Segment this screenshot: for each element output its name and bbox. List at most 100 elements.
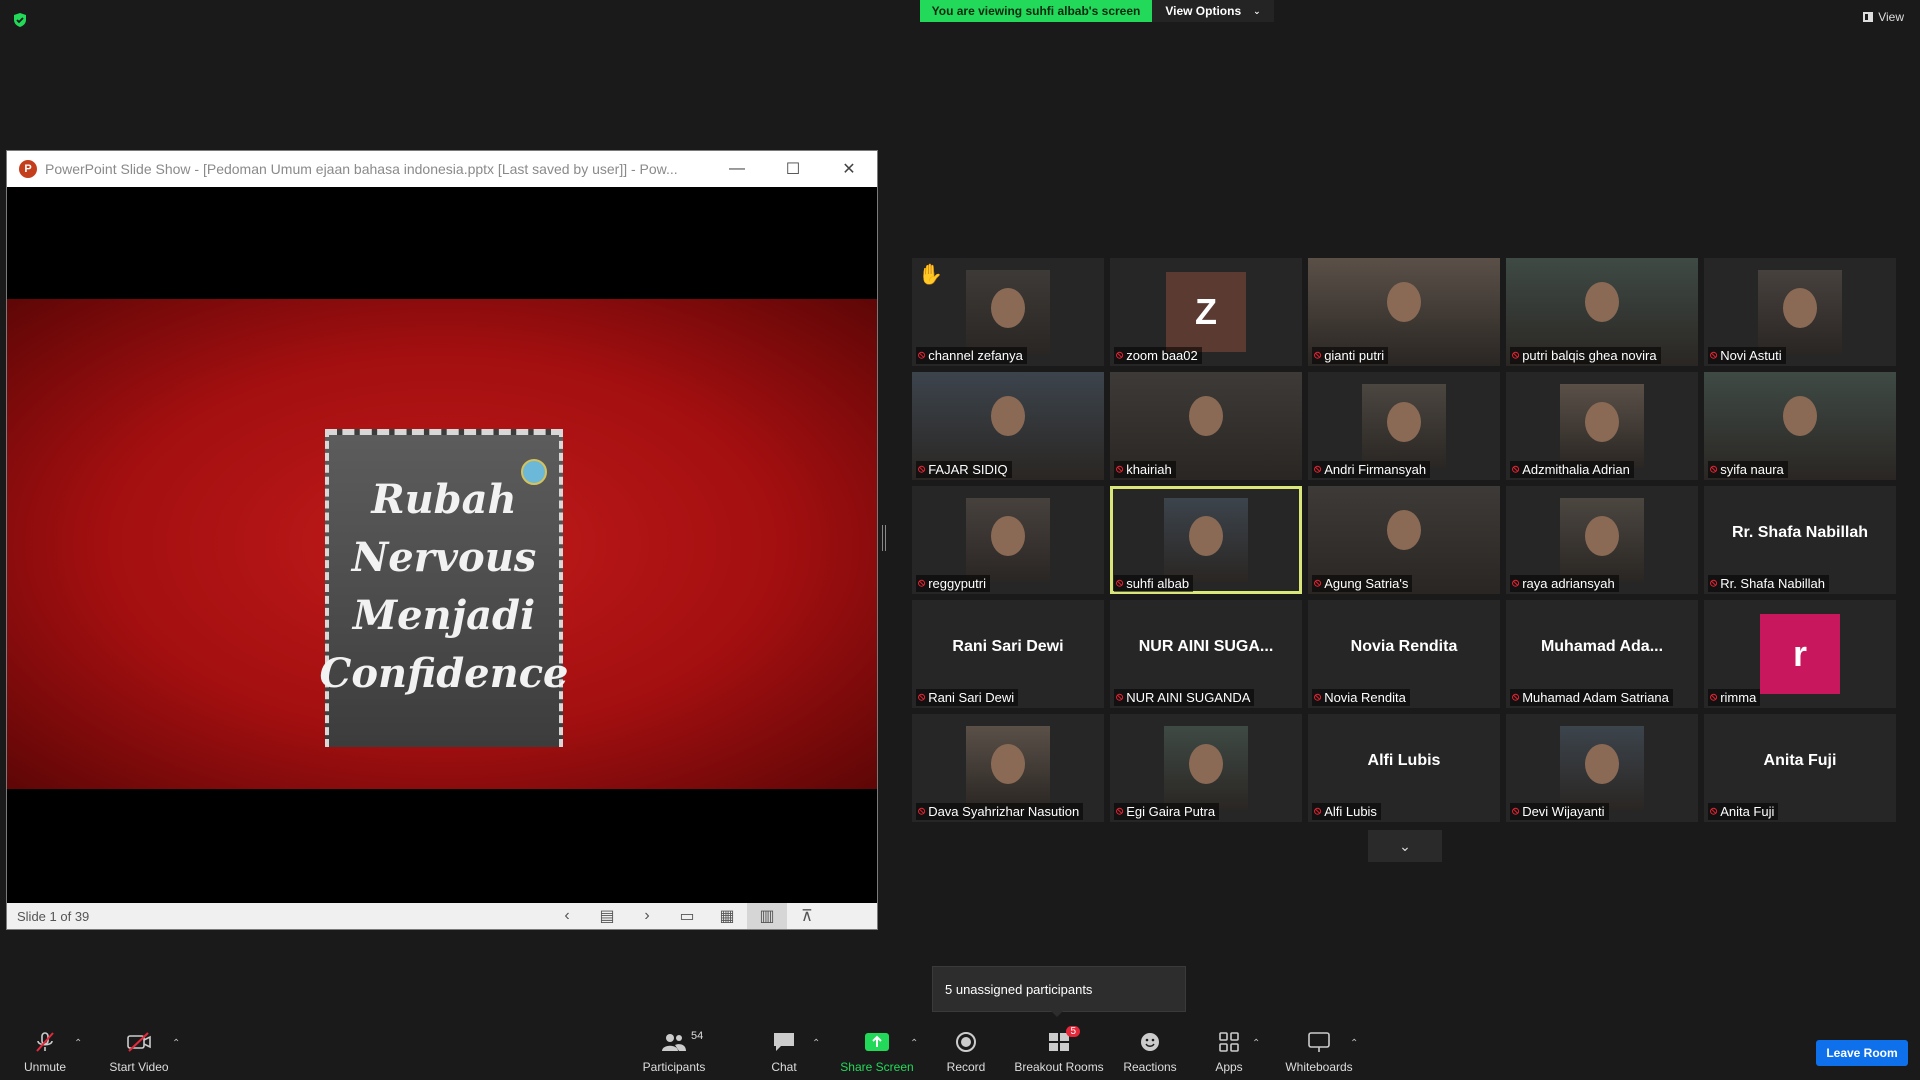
record-button[interactable]: Record [942, 1026, 990, 1080]
person-silhouette [1783, 395, 1817, 436]
mic-muted-icon: ⦸ [918, 805, 926, 817]
close-icon[interactable]: ✕ [821, 151, 877, 187]
participant-tile[interactable]: ⦸ Novi Astuti [1704, 258, 1896, 366]
breakout-rooms-badge: 5 [1066, 1026, 1080, 1037]
mic-muted-icon: ⦸ [1512, 805, 1520, 817]
powerpoint-logo-icon: P [19, 160, 37, 178]
participant-tile[interactable]: ⦸ Dava Syahrizhar Nasution [912, 714, 1104, 822]
participant-tile[interactable]: NUR AINI SUGA... ⦸ NUR AINI SUGANDA [1110, 600, 1302, 708]
participant-tile[interactable]: ⦸ Devi Wijayanti [1506, 714, 1698, 822]
slideshow-icon[interactable]: ⊼ [787, 903, 827, 929]
slide-menu-icon[interactable]: ▤ [587, 903, 627, 929]
participant-tile[interactable]: ⦸ raya adriansyah [1506, 486, 1698, 594]
participant-video [1560, 384, 1644, 468]
video-off-icon [126, 1030, 152, 1054]
mic-muted-icon: ⦸ [1512, 577, 1520, 589]
resize-handle[interactable] [882, 525, 886, 551]
participant-tile[interactable]: Muhamad Ada... ⦸ Muhamad Adam Satriana [1506, 600, 1698, 708]
audio-options-caret-icon[interactable]: ⌃ [74, 1038, 82, 1049]
participant-tile[interactable]: Rr. Shafa Nabillah ⦸ Rr. Shafa Nabillah [1704, 486, 1896, 594]
reactions-button[interactable]: Reactions [1123, 1026, 1177, 1080]
normal-view-icon[interactable]: ▭ [667, 903, 707, 929]
participant-tile[interactable]: Z ⦸ zoom baa02 [1110, 258, 1302, 366]
participant-name: raya adriansyah [1522, 576, 1615, 591]
participant-tile[interactable]: ⦸ putri balqis ghea novira [1506, 258, 1698, 366]
chat-options-caret-icon[interactable]: ⌃ [812, 1038, 820, 1049]
mic-muted-icon: ⦸ [1314, 349, 1322, 361]
participant-tile[interactable]: ⦸ Adzmithalia Adrian [1506, 372, 1698, 480]
participant-video [966, 270, 1050, 354]
whiteboards-options-caret-icon[interactable]: ⌃ [1350, 1038, 1358, 1049]
participant-tile[interactable]: Novia Rendita ⦸ Novia Rendita [1308, 600, 1500, 708]
previous-slide-icon[interactable]: ‹ [547, 903, 587, 929]
participant-tile[interactable]: ⦸ gianti putri [1308, 258, 1500, 366]
person-silhouette [1189, 744, 1223, 785]
participant-name-label: ⦸ raya adriansyah [1510, 575, 1619, 592]
participant-tile[interactable]: ⦸ reggyputri [912, 486, 1104, 594]
view-layout-button[interactable]: View [1863, 10, 1904, 24]
participant-name: Rr. Shafa Nabillah [1720, 576, 1825, 591]
participant-display-name: Alfi Lubis [1367, 752, 1441, 769]
participant-name: Novi Astuti [1720, 348, 1782, 363]
participant-name-label: ⦸ rimma [1708, 689, 1761, 706]
school-emblem-icon [521, 459, 547, 485]
slide-area[interactable]: Rubah Nervous Menjadi Confidence [7, 187, 877, 903]
reading-view-icon[interactable]: ▥ [747, 903, 787, 929]
apps-options-caret-icon[interactable]: ⌃ [1252, 1038, 1260, 1049]
mic-muted-icon: ⦸ [1314, 805, 1322, 817]
video-options-caret-icon[interactable]: ⌃ [172, 1038, 180, 1049]
participant-name: Dava Syahrizhar Nasution [928, 804, 1080, 819]
participant-tile[interactable]: ⦸ khairiah [1110, 372, 1302, 480]
participant-name: FAJAR SIDIQ [928, 462, 1008, 477]
participant-name-label: ⦸ Adzmithalia Adrian [1510, 461, 1634, 478]
breakout-tooltip: 5 unassigned participants [932, 966, 1186, 1017]
participant-tile[interactable]: ✋ ⦸ channel zefanya [912, 258, 1104, 366]
participant-name-label: ⦸ zoom baa02 [1114, 347, 1202, 364]
mic-muted-icon: ⦸ [1710, 463, 1718, 475]
whiteboards-button[interactable]: Whiteboards [1284, 1026, 1354, 1080]
security-shield-icon[interactable] [12, 12, 28, 28]
share-screen-button[interactable]: Share Screen [838, 1026, 916, 1080]
next-slide-icon[interactable]: › [627, 903, 667, 929]
maximize-icon[interactable]: ☐ [765, 151, 821, 187]
participant-tile[interactable]: ⦸ FAJAR SIDIQ [912, 372, 1104, 480]
participant-tile[interactable]: ⦸ Egi Gaira Putra [1110, 714, 1302, 822]
leave-room-button[interactable]: Leave Room [1816, 1040, 1908, 1066]
participants-button[interactable]: 54 Participants [640, 1026, 708, 1080]
view-label: View [1878, 10, 1904, 24]
mic-muted-icon: ⦸ [1116, 577, 1124, 589]
slide-text-line: Rubah [371, 476, 517, 523]
chat-button[interactable]: Chat [764, 1026, 804, 1080]
slide-counter: Slide 1 of 39 [17, 908, 90, 924]
mic-muted-icon: ⦸ [1314, 691, 1322, 703]
share-options-caret-icon[interactable]: ⌃ [910, 1038, 918, 1049]
participant-tile[interactable]: ⦸ syifa naura [1704, 372, 1896, 480]
participant-name: Novia Rendita [1324, 690, 1406, 705]
slide-canvas: Rubah Nervous Menjadi Confidence [7, 299, 877, 789]
participant-video [1758, 270, 1842, 354]
chevron-down-icon[interactable]: ⌄ [1368, 830, 1442, 862]
participant-video [1362, 384, 1446, 468]
person-silhouette [1585, 744, 1619, 785]
view-options-button[interactable]: View Options ⌄ [1152, 0, 1274, 22]
participant-name-label: ⦸ putri balqis ghea novira [1510, 347, 1661, 364]
participant-name: Egi Gaira Putra [1126, 804, 1216, 819]
chat-label: Chat [771, 1060, 797, 1074]
participant-tile[interactable]: Anita Fuji ⦸ Anita Fuji [1704, 714, 1896, 822]
breakout-rooms-button[interactable]: 5 Breakout Rooms [1012, 1026, 1106, 1080]
participant-tile[interactable]: Alfi Lubis ⦸ Alfi Lubis [1308, 714, 1500, 822]
slide-sorter-icon[interactable]: ▦ [707, 903, 747, 929]
participant-name: putri balqis ghea novira [1522, 348, 1657, 363]
participant-tile[interactable]: ⦸ suhfi albab [1110, 486, 1302, 594]
participant-tile[interactable]: Rani Sari Dewi ⦸ Rani Sari Dewi [912, 600, 1104, 708]
participant-tile[interactable]: r ⦸ rimma [1704, 600, 1896, 708]
start-video-button[interactable]: Start Video [106, 1026, 172, 1080]
participant-tile[interactable]: ⦸ Agung Satria's [1308, 486, 1500, 594]
powerpoint-titlebar[interactable]: P PowerPoint Slide Show - [Pedoman Umum … [7, 151, 877, 187]
participant-name: zoom baa02 [1126, 348, 1198, 363]
participant-tile[interactable]: ⦸ Andri Firmansyah [1308, 372, 1500, 480]
participant-name: Rani Sari Dewi [928, 690, 1015, 705]
apps-button[interactable]: Apps [1214, 1026, 1244, 1080]
minimize-icon[interactable]: — [709, 151, 765, 187]
unmute-button[interactable]: Unmute [20, 1026, 70, 1080]
